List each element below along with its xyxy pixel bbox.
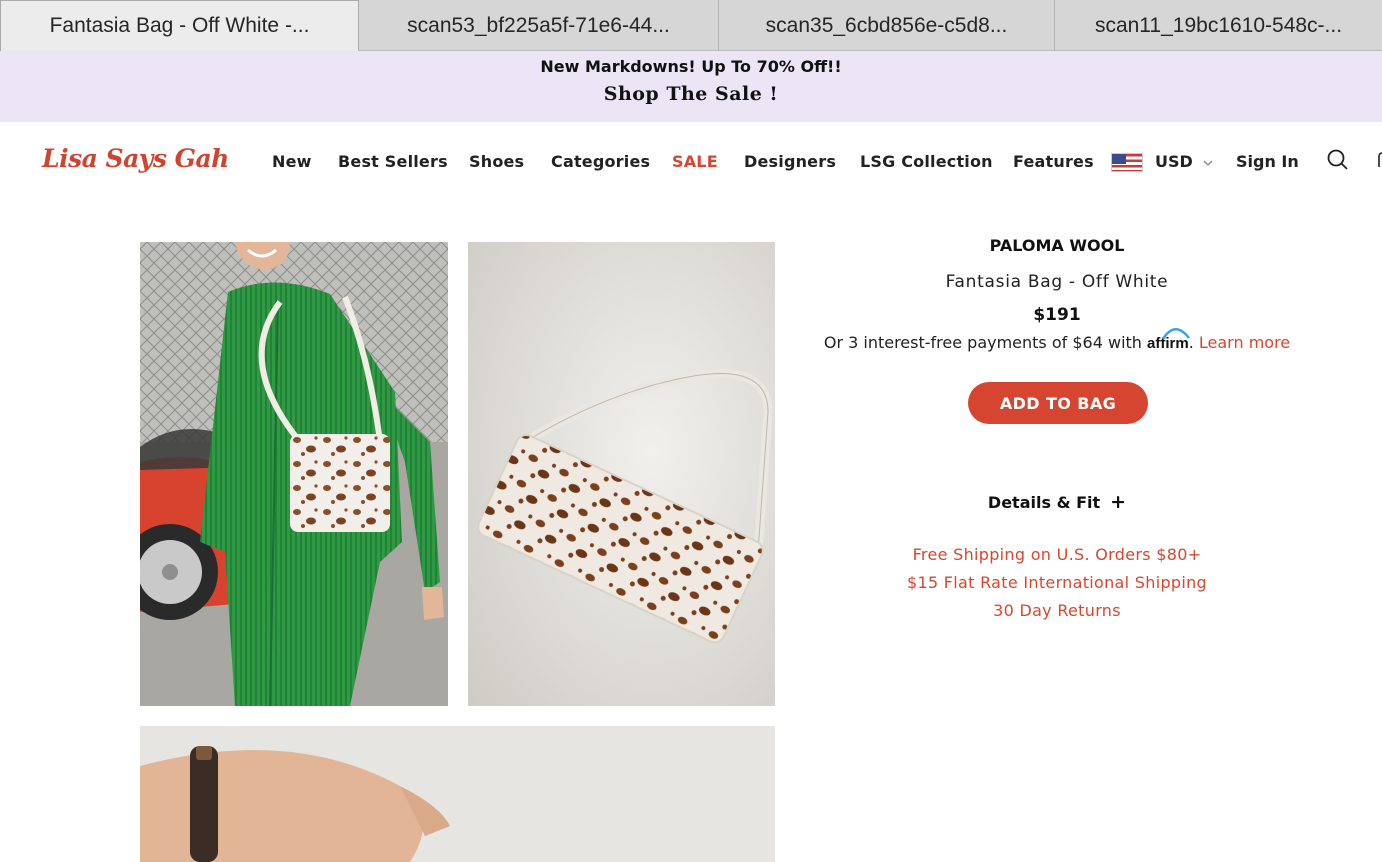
wrist-photo-illustration	[140, 726, 775, 862]
model-photo-illustration	[140, 242, 448, 706]
product-photo-bag[interactable]	[468, 242, 775, 706]
product-photo-model[interactable]	[140, 242, 448, 706]
details-fit-toggle[interactable]: Details & Fit +	[790, 491, 1324, 513]
tab-scan11[interactable]: scan11_19bc1610-548c-...	[1055, 0, 1382, 51]
nav-sale[interactable]: SALE	[672, 152, 718, 171]
returns-policy: 30 Day Returns	[993, 601, 1121, 620]
tab-title: scan11_19bc1610-548c-...	[1094, 13, 1343, 37]
tab-scan35[interactable]: scan35_6cbd856e-c5d8...	[719, 0, 1055, 51]
affirm-logo-icon: affirm	[1147, 328, 1191, 352]
currency-selector[interactable]: USD	[1155, 152, 1193, 171]
nav-new[interactable]: New	[272, 152, 312, 171]
tab-title: Fantasia Bag - Off White -...	[49, 14, 310, 37]
chevron-down-icon[interactable]	[1203, 158, 1213, 168]
search-icon[interactable]	[1326, 148, 1350, 172]
shipping-international: $15 Flat Rate International Shipping	[906, 573, 1207, 592]
nav-categories[interactable]: Categories	[551, 152, 650, 171]
product-name: Fantasia Bag - Off White	[945, 272, 1169, 292]
details-fit-label: Details & Fit	[987, 493, 1101, 512]
product-photo-wrist[interactable]	[140, 726, 775, 862]
announcement-bar: New Markdowns! Up To 70% Off!! Shop The …	[0, 51, 1382, 122]
us-flag-icon[interactable]	[1111, 153, 1143, 172]
bag-photo-illustration	[468, 242, 775, 706]
affirm-text: Or 3 interest-free payments of $64 with	[823, 333, 1142, 352]
site-logo[interactable]: Lisa Says Gah	[42, 144, 229, 173]
site-header: Lisa Says Gah New Best Sellers Shoes Cat…	[0, 122, 1382, 200]
nav-lsg-collection[interactable]: LSG Collection	[860, 152, 993, 171]
learn-more-link[interactable]: Learn more	[1199, 333, 1290, 352]
tab-title: scan35_6cbd856e-c5d8...	[765, 13, 1008, 37]
nav-designers[interactable]: Designers	[744, 152, 836, 171]
affirm-arc-icon	[1161, 328, 1191, 340]
tab-fantasia-bag[interactable]: Fantasia Bag - Off White -...	[0, 0, 359, 51]
nav-best-sellers[interactable]: Best Sellers	[338, 152, 448, 171]
product-price: $191	[1033, 305, 1081, 325]
shipping-free-us: Free Shipping on U.S. Orders $80+	[912, 545, 1202, 564]
product-brand[interactable]: PALOMA WOOL	[790, 236, 1324, 255]
sign-in-link[interactable]: Sign In	[1236, 152, 1299, 171]
browser-tab-bar: Fantasia Bag - Off White -... scan53_bf2…	[0, 0, 1382, 51]
tab-scan53[interactable]: scan53_bf225a5f-71e6-44...	[359, 0, 719, 51]
add-to-bag-button[interactable]: ADD TO BAG	[968, 382, 1148, 424]
tab-title: scan53_bf225a5f-71e6-44...	[407, 13, 670, 37]
announcement-text: New Markdowns! Up To 70% Off!!	[540, 57, 842, 76]
nav-shoes[interactable]: Shoes	[469, 152, 524, 171]
affirm-financing: Or 3 interest-free payments of $64 with …	[790, 328, 1324, 352]
cart-icon[interactable]	[1374, 151, 1382, 171]
nav-features[interactable]: Features	[1013, 152, 1094, 171]
shop-sale-link[interactable]: Shop The Sale !	[0, 83, 1382, 105]
plus-icon: +	[1110, 491, 1127, 513]
